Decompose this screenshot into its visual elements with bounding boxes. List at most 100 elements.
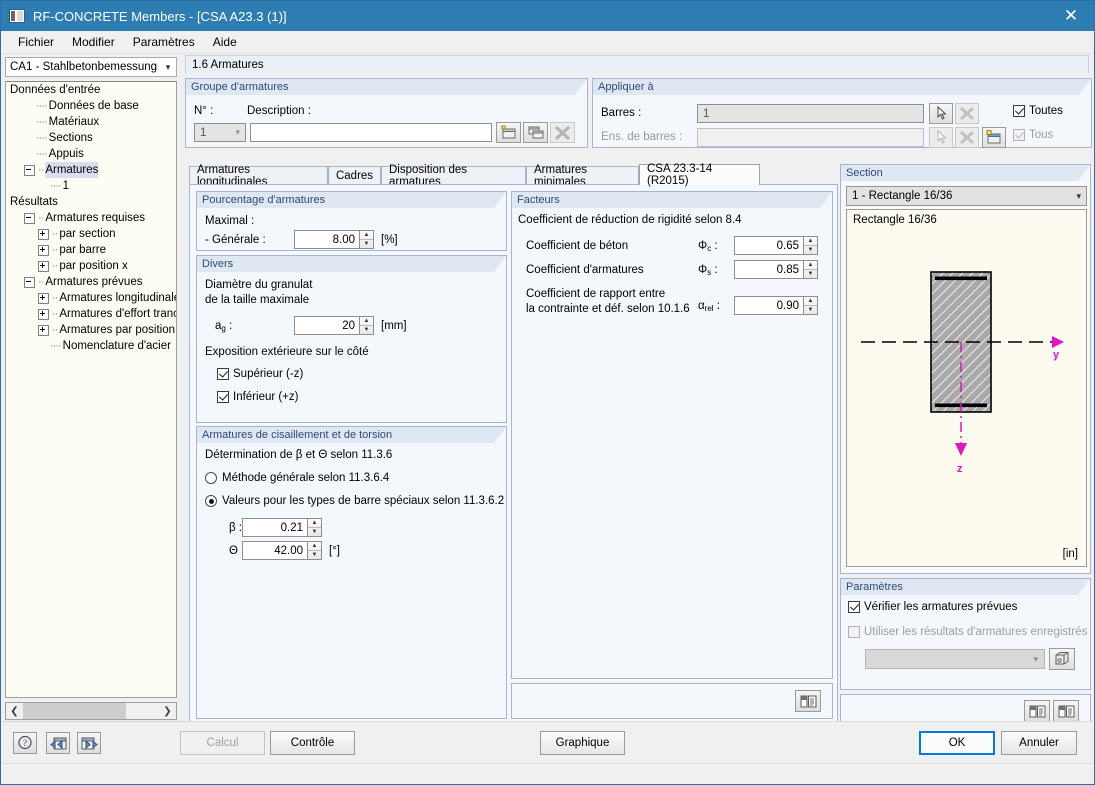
ok-button[interactable]: OK bbox=[919, 731, 995, 755]
controle-button[interactable]: Contrôle bbox=[270, 731, 355, 755]
stepper-up-icon[interactable]: ▲ bbox=[804, 261, 817, 270]
expand-icon[interactable] bbox=[38, 260, 49, 272]
radio-special-bar-values[interactable]: Valeurs pour les types de barre spéciaux… bbox=[205, 495, 504, 507]
exposure-top-checkbox[interactable]: Supérieur (-z) bbox=[217, 368, 303, 380]
stepper-up-icon[interactable]: ▲ bbox=[360, 317, 373, 326]
details-icon[interactable] bbox=[1024, 700, 1050, 722]
scroll-left-icon[interactable]: ❮ bbox=[6, 703, 23, 719]
next-icon[interactable] bbox=[77, 732, 101, 754]
tree-item[interactable]: ···· Données de base bbox=[6, 98, 176, 114]
expand-icon[interactable] bbox=[38, 308, 49, 320]
tree-item[interactable]: ·· par position x bbox=[6, 258, 176, 274]
beta-input[interactable]: 0.21 bbox=[242, 518, 308, 537]
check-provided-reinforcement-checkbox[interactable]: Vérifier les armatures prévues bbox=[848, 601, 1017, 613]
tree-item[interactable]: ···· Sections bbox=[6, 130, 176, 146]
tree-item[interactable]: ·· Armatures bbox=[6, 162, 176, 178]
ratio-factor-stepper[interactable]: ▲ ▼ bbox=[804, 296, 818, 315]
stepper-down-icon[interactable]: ▼ bbox=[308, 551, 321, 559]
steel-factor-input[interactable]: 0.85 bbox=[734, 260, 804, 279]
ratio-factor-symbol: αrel : bbox=[698, 300, 720, 313]
tab-disposition-des-armatures[interactable]: Disposition des armatures bbox=[381, 164, 526, 188]
database-icon[interactable] bbox=[1049, 648, 1075, 670]
collapse-icon[interactable] bbox=[24, 276, 35, 288]
beta-stepper[interactable]: ▲ ▼ bbox=[308, 518, 322, 537]
tree-item[interactable]: ···· Appuis bbox=[6, 146, 176, 162]
menu-item-aide[interactable]: Aide bbox=[204, 33, 246, 51]
stepper-down-icon[interactable]: ▼ bbox=[804, 306, 817, 314]
tree-item[interactable]: ·· Armatures longitudinales bbox=[6, 290, 176, 306]
all-members-checkbox[interactable]: Toutes bbox=[1013, 105, 1063, 117]
navigator-combo[interactable]: CA1 - Stahlbetonbemessung vo ▾ bbox=[5, 57, 177, 77]
help-icon[interactable]: ? bbox=[13, 732, 37, 754]
tree-item[interactable]: ·· Armatures par position x bbox=[6, 322, 176, 338]
new-group-icon[interactable] bbox=[496, 122, 521, 143]
ag-stepper[interactable]: ▲ ▼ bbox=[360, 316, 374, 335]
close-icon[interactable]: ✕ bbox=[1048, 1, 1094, 31]
theta-stepper[interactable]: ▲ ▼ bbox=[308, 541, 322, 560]
tab-armatures-minimales[interactable]: Armatures minimales bbox=[526, 164, 639, 188]
stepper-up-icon[interactable]: ▲ bbox=[360, 231, 373, 240]
tree-item[interactable]: Résultats bbox=[6, 194, 176, 210]
tree-item[interactable]: ···· 1 bbox=[6, 178, 176, 194]
tree-item[interactable]: ··Armatures d'effort trancha bbox=[6, 306, 176, 322]
group-description-input[interactable] bbox=[250, 123, 492, 142]
theta-input[interactable]: 42.00 bbox=[242, 541, 308, 560]
expand-icon[interactable] bbox=[38, 228, 49, 240]
members-input[interactable]: 1 bbox=[697, 104, 924, 123]
tab-cadres[interactable]: Cadres bbox=[328, 166, 381, 185]
menu-item-modifier[interactable]: Modifier bbox=[63, 33, 124, 51]
concrete-factor-stepper[interactable]: ▲ ▼ bbox=[804, 236, 818, 255]
expand-icon[interactable] bbox=[38, 292, 49, 304]
menu-item-parametres[interactable]: Paramètres bbox=[124, 33, 204, 51]
aggregate-label-line2: de la taille maximale bbox=[205, 294, 310, 306]
stepper-up-icon[interactable]: ▲ bbox=[804, 237, 817, 246]
group-no-combo[interactable]: 1 ▾ bbox=[194, 123, 246, 142]
details-info-icon[interactable] bbox=[1053, 700, 1079, 722]
general-ratio-stepper[interactable]: ▲ ▼ bbox=[360, 230, 374, 249]
stepper-up-icon[interactable]: ▲ bbox=[308, 519, 321, 528]
clear-members-icon bbox=[955, 103, 979, 124]
menu-item-fichier[interactable]: Fichier bbox=[9, 33, 63, 51]
navigator-tree[interactable]: Données d'entrée ···· Données de base ···· M… bbox=[5, 81, 177, 698]
concrete-factor-input[interactable]: 0.65 bbox=[734, 236, 804, 255]
expand-icon[interactable] bbox=[38, 324, 49, 336]
tree-item[interactable]: ···· Nomenclature d'acier bbox=[6, 338, 176, 354]
collapse-icon[interactable] bbox=[24, 164, 35, 176]
stepper-down-icon[interactable]: ▼ bbox=[308, 528, 321, 536]
scroll-thumb[interactable] bbox=[23, 703, 127, 719]
steel-factor-stepper[interactable]: ▲ ▼ bbox=[804, 260, 818, 279]
stepper-up-icon[interactable]: ▲ bbox=[804, 297, 817, 306]
navigator-hscrollbar[interactable]: ❮ ❯ bbox=[5, 702, 177, 720]
tree-item[interactable]: ···· Matériaux bbox=[6, 114, 176, 130]
graphique-button[interactable]: Graphique bbox=[540, 731, 625, 755]
expand-icon[interactable] bbox=[38, 244, 49, 256]
previous-icon[interactable] bbox=[46, 732, 70, 754]
new-member-set-icon[interactable] bbox=[982, 127, 1006, 148]
cancel-button[interactable]: Annuler bbox=[1001, 731, 1077, 755]
stepper-down-icon[interactable]: ▼ bbox=[360, 240, 373, 248]
tree-item[interactable]: ·· par section bbox=[6, 226, 176, 242]
ag-input[interactable]: 20 bbox=[294, 316, 360, 335]
radio-general-method[interactable]: Méthode générale selon 11.3.6.4 bbox=[205, 472, 389, 484]
tree-item[interactable]: Données d'entrée bbox=[6, 82, 176, 98]
section-combo[interactable]: 1 - Rectangle 16/36 ▾ bbox=[846, 186, 1087, 206]
section-preview[interactable]: Rectangle 16/36 [in] y z bbox=[846, 209, 1087, 567]
exposure-bottom-checkbox[interactable]: Inférieur (+z) bbox=[217, 391, 299, 403]
stepper-down-icon[interactable]: ▼ bbox=[360, 326, 373, 334]
tab-armatures-longitudinales[interactable]: Armatures longitudinales bbox=[189, 164, 328, 188]
stepper-down-icon[interactable]: ▼ bbox=[804, 270, 817, 278]
details-icon[interactable] bbox=[795, 690, 821, 712]
tree-item[interactable]: ·· Armatures requises bbox=[6, 210, 176, 226]
stepper-down-icon[interactable]: ▼ bbox=[804, 246, 817, 254]
scroll-right-icon[interactable]: ❯ bbox=[159, 703, 176, 719]
scroll-track[interactable] bbox=[23, 703, 159, 719]
copy-group-icon[interactable] bbox=[523, 122, 548, 143]
stepper-up-icon[interactable]: ▲ bbox=[308, 542, 321, 551]
general-ratio-input[interactable]: 8.00 bbox=[294, 230, 360, 249]
tree-item[interactable]: ·· Armatures prévues bbox=[6, 274, 176, 290]
tab-csa-23-3-14[interactable]: CSA 23.3-14 (R2015) bbox=[639, 163, 760, 187]
pick-members-icon[interactable] bbox=[929, 103, 953, 124]
collapse-icon[interactable] bbox=[24, 212, 35, 224]
ratio-factor-input[interactable]: 0.90 bbox=[734, 296, 804, 315]
tree-item[interactable]: ·· par barre bbox=[6, 242, 176, 258]
